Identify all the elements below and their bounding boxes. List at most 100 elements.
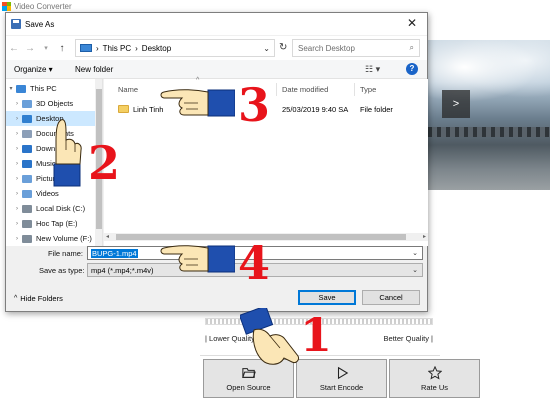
chevron-right-icon: > [452,98,460,110]
nav-item-label: New Volume (F:) [36,234,92,243]
expand-caret-icon[interactable]: › [12,161,22,167]
document-icon [22,129,32,138]
search-icon: ⌕ [409,43,414,52]
refresh-icon[interactable]: ↻ [279,42,287,53]
column-separator[interactable] [276,83,277,96]
file-name-cell: Linh Tinh [118,105,163,114]
expand-caret-icon[interactable]: › [12,236,22,242]
expand-caret-icon[interactable]: › [12,176,22,182]
chevron-up-icon: ^ [14,295,18,302]
expand-caret-icon[interactable]: › [12,206,22,212]
rate-us-button[interactable]: Rate Us [389,359,480,398]
desktop-icon [22,114,32,123]
expand-caret-icon[interactable]: › [12,221,22,227]
scroll-left-icon[interactable]: ◂ [106,233,109,240]
breadcrumb-this-pc[interactable]: This PC [103,44,131,53]
expand-caret-icon[interactable]: › [12,116,22,122]
recent-chevron-icon[interactable]: ▾ [38,44,54,52]
save-as-type-value: mp4 (*.mp4;*.m4v) [91,265,154,275]
nav-item-label: This PC [30,84,57,93]
nav-item-label: 3D Objects [36,99,74,108]
up-arrow-icon[interactable]: ↑ [54,43,70,54]
breadcrumb-desktop[interactable]: Desktop [142,44,171,53]
disk-icon [22,219,32,228]
better-quality-label: Better Quality | [383,334,433,343]
forward-arrow-icon[interactable]: → [22,43,38,54]
expand-caret-icon[interactable]: › [12,191,22,197]
file-name-label: File name: [48,249,84,258]
expand-caret-icon[interactable]: › [12,146,22,152]
column-type[interactable]: Type [360,79,376,99]
save-button-label: Save [318,293,336,302]
expand-caret-icon[interactable]: › [12,131,22,137]
pointing-hand-icon [160,89,235,117]
new-folder-button[interactable]: New folder [75,65,113,74]
chevron-down-icon[interactable]: ⌄ [412,266,418,274]
nav-item-label: Videos [36,189,59,198]
column-date-modified[interactable]: Date modified [282,79,328,99]
preview-bridge [428,127,550,137]
help-icon[interactable]: ? [406,63,418,75]
expand-caret-icon[interactable]: ▾ [6,85,16,92]
expand-caret-icon[interactable]: › [12,101,22,107]
star-icon [427,365,442,379]
search-input[interactable]: Search Desktop ⌕ [292,39,420,57]
nav-item-local-disk-c[interactable]: › Local Disk (C:) [6,201,102,216]
computer-icon [80,44,92,52]
hide-folders-toggle[interactable]: ^ Hide Folders [14,294,63,303]
rate-us-label: Rate Us [420,382,449,392]
logo-square-4 [6,6,11,11]
start-encode-button[interactable]: Start Encode [296,359,387,398]
cancel-button-label: Cancel [379,293,403,302]
column-type-label: Type [360,84,377,94]
step-3-label: 3 [238,78,271,132]
back-arrow-icon[interactable]: ← [6,43,22,54]
nav-item-hoc-tap-e[interactable]: › Hoc Tap (E:) [6,216,102,231]
app-title-bar: Video Converter [0,0,550,12]
save-as-type-label: Save as type: [39,266,85,275]
breadcrumb-sep: › [135,43,138,53]
organize-button[interactable]: Organize ▾ [14,65,53,74]
disk-icon [22,234,32,243]
scroll-right-icon[interactable]: ▸ [423,233,426,240]
chevron-down-icon[interactable]: ⌄ [263,44,270,53]
save-button[interactable]: Save [298,290,356,305]
next-preview-button[interactable]: > [442,90,470,118]
pointing-hand-icon [160,245,235,273]
column-date-label: Date modified [282,84,329,94]
nav-item-new-volume-f[interactable]: › New Volume (F:) [6,231,102,246]
nav-item-3d-objects[interactable]: › 3D Objects [6,96,102,111]
column-name-label: Name [118,84,139,94]
address-bar-row: ← → ▾ ↑ › This PC › Desktop ⌄ ↻ Search D… [6,36,427,60]
breadcrumb-sep: › [96,43,99,53]
chevron-down-icon[interactable]: ⌄ [412,249,418,257]
folder-icon [118,105,129,113]
pointing-hand-icon [53,119,82,187]
breadcrumb[interactable]: › This PC › Desktop ⌄ [75,39,275,57]
step-2-label: 2 [88,136,121,190]
start-encode-label: Start Encode [319,382,364,392]
command-bar: Organize ▾ New folder ☷ ▾ ? [6,60,427,79]
close-icon[interactable]: ✕ [405,16,419,30]
sort-caret-icon: ^ [196,77,200,84]
disk-icon [22,204,32,213]
download-icon [22,144,32,153]
open-source-label: Open Source [226,382,271,392]
step-4-label: 4 [238,236,271,290]
cube-icon [22,99,32,108]
search-placeholder: Search Desktop [298,43,355,53]
view-options-icon[interactable]: ☷ ▾ [365,64,380,75]
column-separator[interactable] [354,83,355,96]
dialog-title-bar: Save As ✕ [6,13,427,35]
pointing-hand-icon [240,308,299,365]
cancel-button[interactable]: Cancel [362,290,420,305]
file-type: File folder [360,105,393,114]
nav-item-label: Local Disk (C:) [36,204,86,213]
computer-icon [16,84,26,93]
dialog-title: Save As [25,19,55,29]
nav-item-label: Hoc Tap (E:) [36,219,78,228]
file-name: Linh Tinh [133,105,164,114]
step-1-label: 1 [300,308,333,362]
column-name[interactable]: Name [118,79,138,99]
nav-item-this-pc[interactable]: ▾ This PC [6,81,102,96]
